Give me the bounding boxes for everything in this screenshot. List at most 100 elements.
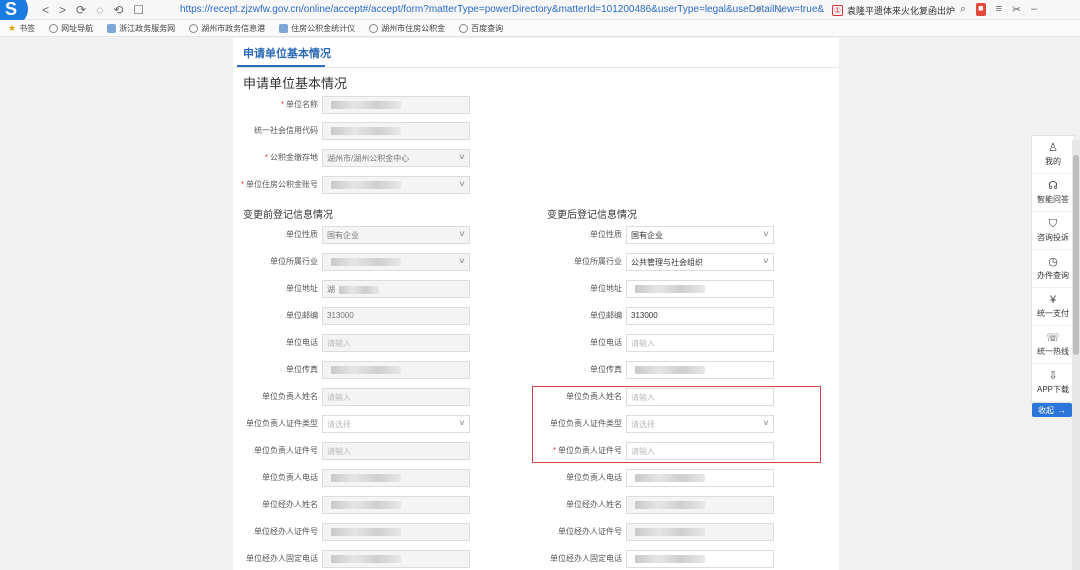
tab-basic-info[interactable]: 申请单位基本情况 bbox=[243, 45, 331, 61]
redacted-value bbox=[331, 527, 401, 536]
tab-bar: 申请单位基本情况 bbox=[233, 38, 839, 68]
side-item-complaint[interactable]: ⛉ 咨询投诉 bbox=[1032, 212, 1074, 250]
bookmark-item[interactable]: 浙江政务服务网 bbox=[107, 23, 175, 34]
basic-field-row: 统一社会信用代码 bbox=[235, 122, 475, 140]
after-field-label: 单位地址 bbox=[590, 284, 622, 293]
after-field-label: 单位负责人电话 bbox=[566, 473, 622, 482]
redacted-value bbox=[331, 554, 401, 563]
person-icon: ♙ bbox=[1048, 142, 1058, 154]
before-field-label: 单位负责人证件号 bbox=[254, 446, 318, 455]
before-field-input[interactable] bbox=[322, 496, 470, 514]
after-field-label: 单位邮编 bbox=[590, 311, 622, 320]
side-item-query[interactable]: ◷ 办件查询 bbox=[1032, 250, 1074, 288]
before-field-input[interactable] bbox=[322, 361, 470, 379]
yen-icon: ¥ bbox=[1049, 294, 1057, 306]
extension-icon[interactable]: ■ bbox=[976, 3, 986, 16]
side-item-qa[interactable]: ☊ 智能问答 bbox=[1032, 174, 1074, 212]
chevron-down-icon: ∨ bbox=[762, 256, 770, 265]
after-field-row: 单位传真 bbox=[539, 361, 779, 379]
back-icon[interactable]: < bbox=[42, 3, 49, 17]
minimize-icon[interactable]: – bbox=[1031, 3, 1037, 16]
refresh-icon[interactable]: ⟳ bbox=[76, 3, 86, 17]
forward-icon[interactable]: > bbox=[59, 3, 66, 17]
before-field-select[interactable]: 请选择 ∨ bbox=[322, 415, 470, 433]
before-field-row: 单位性质 国有企业 ∨ bbox=[235, 226, 475, 244]
after-field-row: 单位负责人电话 bbox=[539, 469, 779, 487]
after-field-input[interactable] bbox=[626, 361, 774, 379]
after-field-label: 单位传真 bbox=[590, 365, 622, 374]
redacted-value bbox=[331, 180, 401, 189]
side-item-app[interactable]: ⇩ APP下载 bbox=[1032, 364, 1074, 402]
bookmark-page-icon[interactable]: ☐ bbox=[133, 3, 144, 17]
before-field-input[interactable] bbox=[322, 550, 470, 568]
before-field-select[interactable]: ∨ bbox=[322, 253, 470, 271]
scrollbar-thumb[interactable] bbox=[1073, 155, 1079, 355]
home-icon[interactable]: ◌ bbox=[96, 3, 103, 17]
globe-icon bbox=[189, 23, 199, 33]
before-field-label: 单位经办人固定电话 bbox=[246, 554, 318, 563]
before-field-input[interactable]: 请输入 bbox=[322, 334, 470, 352]
bookmark-item[interactable]: 住房公积金统计仪 bbox=[279, 23, 355, 34]
site-icon bbox=[279, 23, 289, 33]
bookmark-item[interactable]: ★ 书签 bbox=[8, 23, 35, 34]
history-icon[interactable]: ⟲ bbox=[113, 3, 123, 17]
after-field-row: 单位邮编 313000 bbox=[539, 307, 779, 325]
after-field-input[interactable] bbox=[626, 469, 774, 487]
search-icon[interactable]: ⌕ bbox=[960, 3, 966, 16]
after-field-input[interactable] bbox=[626, 496, 774, 514]
basic-field-label: * 单位名称 bbox=[280, 100, 318, 109]
side-item-hotline[interactable]: ☏ 统一热线 bbox=[1032, 326, 1074, 364]
bookmark-item[interactable]: 湖州市住房公积金 bbox=[369, 23, 445, 34]
after-field-input[interactable] bbox=[626, 550, 774, 568]
star-icon[interactable]: ☆ bbox=[775, 3, 785, 16]
before-field-row: 单位地址湖 bbox=[235, 280, 475, 298]
lightning-icon[interactable]: ⚡ bbox=[755, 3, 763, 16]
redacted-value bbox=[635, 527, 705, 536]
basic-field-input[interactable] bbox=[322, 96, 470, 114]
side-item-mine[interactable]: ♙ 我的 bbox=[1032, 136, 1074, 174]
side-item-pay[interactable]: ¥ 统一支付 bbox=[1032, 288, 1074, 326]
basic-field-row: * 单位名称 bbox=[235, 96, 475, 114]
after-field-input[interactable] bbox=[626, 280, 774, 298]
news-ticker[interactable]: ① 袁隆平遗体来火化复函出炉 bbox=[832, 4, 955, 17]
clock-icon: ◷ bbox=[1048, 256, 1058, 268]
after-field-row: 单位地址 bbox=[539, 280, 779, 298]
basic-field-select[interactable]: ∨ bbox=[322, 176, 470, 194]
before-field-label: 单位负责人姓名 bbox=[262, 392, 318, 401]
basic-field-label: * 公积金缴存地 bbox=[264, 153, 318, 162]
basic-field-label: * 单位住房公积金账号 bbox=[240, 180, 318, 189]
after-field-input[interactable]: 请输入 bbox=[626, 334, 774, 352]
bookmark-item[interactable]: 百度查询 bbox=[459, 23, 503, 34]
collapse-button[interactable]: 收起 → bbox=[1032, 403, 1072, 417]
after-field-select[interactable]: 国有企业 ∨ bbox=[626, 226, 774, 244]
bookmark-item[interactable]: 湖州市政务信息港 bbox=[189, 23, 265, 34]
after-field-label: 单位经办人姓名 bbox=[566, 500, 622, 509]
after-field-input[interactable] bbox=[626, 523, 774, 541]
before-field-input[interactable]: 请输入 bbox=[322, 388, 470, 406]
basic-field-select[interactable]: 湖州市/湖州公积金中心 ∨ bbox=[322, 149, 470, 167]
redacted-value bbox=[635, 473, 705, 482]
before-field-select[interactable]: 国有企业 ∨ bbox=[322, 226, 470, 244]
before-field-label: 单位邮编 bbox=[286, 311, 318, 320]
scissors-icon[interactable]: ✂ bbox=[1012, 3, 1021, 16]
before-field-row: 单位所属行业 ∨ bbox=[235, 253, 475, 271]
basic-field-input[interactable] bbox=[322, 122, 470, 140]
before-field-input[interactable] bbox=[322, 469, 470, 487]
form-card: 申请单位基本情况 申请单位基本情况 bbox=[233, 38, 839, 570]
redacted-value bbox=[635, 500, 705, 509]
menu-icon[interactable]: ≡ bbox=[996, 3, 1002, 16]
before-field-input[interactable] bbox=[322, 523, 470, 541]
after-field-label: 单位所属行业 bbox=[574, 257, 622, 266]
before-field-input[interactable]: 请输入 bbox=[322, 442, 470, 460]
before-field-row: 单位邮编 313000 bbox=[235, 307, 475, 325]
before-field-input[interactable]: 湖 bbox=[322, 280, 470, 298]
after-field-input[interactable]: 313000 bbox=[626, 307, 774, 325]
required-marker: * bbox=[240, 180, 244, 189]
bookmark-item[interactable]: 网址导航 bbox=[49, 23, 93, 34]
before-field-input[interactable]: 313000 bbox=[322, 307, 470, 325]
address-bar[interactable]: https://recept.zjzwfw.gov.cn/online/acce… bbox=[180, 4, 824, 15]
after-field-select[interactable]: 公共管理与社会组织 ∨ bbox=[626, 253, 774, 271]
globe-icon bbox=[459, 23, 469, 33]
browser-tools: ⌕ ■ ≡ ✂ – bbox=[960, 3, 1037, 16]
after-section-title: 变更后登记信息情况 bbox=[547, 210, 637, 221]
